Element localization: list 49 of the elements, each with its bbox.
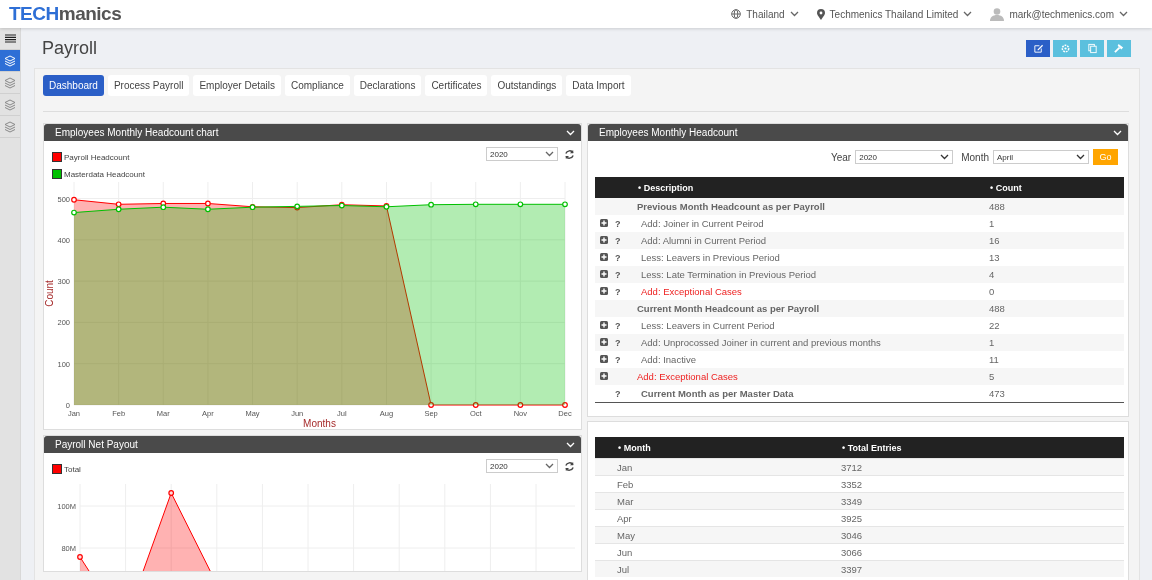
count-cell: 473: [989, 388, 1005, 399]
month-cell: Jan: [617, 461, 633, 473]
legend-label: Payroll Headcount: [64, 152, 130, 162]
count-cell: 13: [989, 252, 1000, 263]
count-cell: 22: [989, 320, 1000, 331]
count-cell: 488: [989, 303, 1005, 314]
x-axis-title: Months: [303, 418, 336, 429]
month-label: Month: [961, 151, 989, 163]
description-cell: Less: Late Termination in Previous Period: [641, 269, 817, 280]
count-cell: 16: [989, 235, 1000, 246]
total-cell: 3712: [841, 461, 863, 473]
month-cell: Jul: [617, 563, 630, 575]
legend-label: Masterdata Headcount: [64, 169, 145, 179]
month-cell: Mar: [617, 495, 634, 507]
description-cell: Less: Leavers in Current Period: [641, 320, 775, 331]
y-axis-title: Count: [44, 280, 55, 307]
total-cell: 3066: [841, 546, 863, 558]
count-cell: 1: [989, 337, 995, 348]
count-cell: 0: [989, 286, 995, 297]
description-cell: Previous Month Headcount as per Payroll: [637, 201, 825, 212]
count-cell: 5: [989, 371, 995, 382]
description-cell: Add: Joiner in Current Peirod: [641, 218, 764, 229]
description-cell: Add: Alumni in Current Period: [641, 235, 767, 246]
count-cell: 4: [989, 269, 995, 280]
panel-title: Employees Monthly Headcount: [599, 127, 739, 138]
description-cell: Current Month Headcount as per Payroll: [637, 303, 820, 314]
count-cell: 488: [989, 201, 1005, 212]
description-cell: Add: Inactive: [641, 354, 696, 365]
month-cell: Jun: [617, 546, 633, 558]
legend-label: Total: [64, 464, 81, 474]
description-cell: Add: Exceptional Cases: [637, 371, 738, 382]
count-cell: 1: [989, 218, 995, 229]
total-cell: 3046: [841, 529, 863, 541]
count-cell: 11: [989, 354, 999, 365]
month-cell: May: [617, 529, 635, 541]
month-cell: Feb: [617, 478, 634, 490]
total-cell: 3349: [841, 495, 863, 507]
total-cell: 3925: [841, 512, 863, 524]
panel-title: Employees Monthly Headcount chart: [55, 127, 220, 138]
description-cell: Current Month as per Master Data: [641, 388, 794, 399]
description-cell: Less: Leavers in Previous Period: [641, 252, 780, 263]
total-cell: 3397: [841, 563, 863, 575]
page-title: Payroll: [42, 37, 98, 59]
description-cell: Add: Unprocossed Joiner in current and previous months: [641, 337, 881, 348]
total-cell: 3352: [841, 478, 863, 490]
year-label: Year: [831, 151, 852, 163]
panel-title: Payroll Net Payout: [55, 439, 139, 450]
month-cell: Apr: [617, 512, 632, 524]
description-cell: Add: Exceptional Cases: [641, 286, 742, 297]
